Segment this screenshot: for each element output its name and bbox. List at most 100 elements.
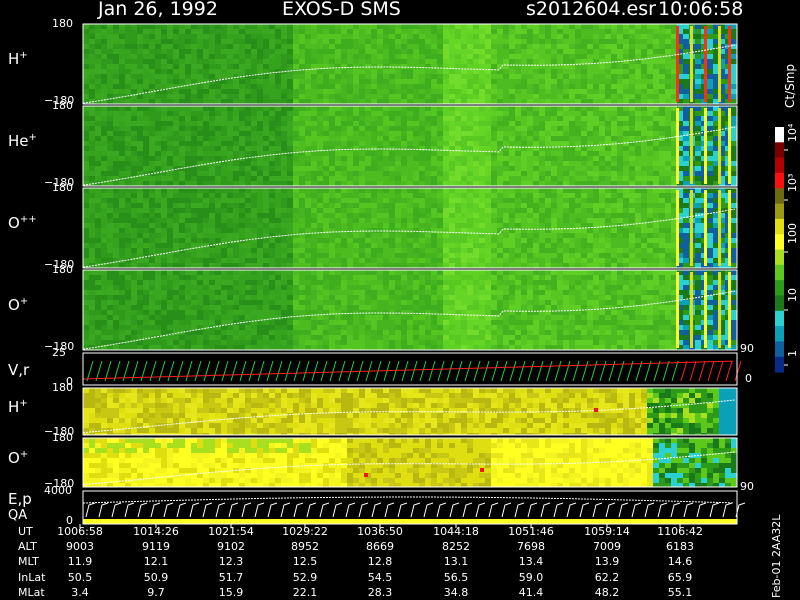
ephemeris-cell: 65.9 bbox=[667, 571, 693, 584]
panel-3-ymax: 180 bbox=[52, 181, 73, 194]
colorbar-segment bbox=[775, 280, 784, 296]
panel-2-stripe bbox=[690, 108, 693, 184]
ephemeris-cell: 1059:14 bbox=[584, 525, 630, 538]
panel-8-sublabel: QA bbox=[8, 507, 28, 523]
colorbar-segment bbox=[775, 234, 784, 250]
ephemeris-cell: 7698 bbox=[517, 540, 545, 553]
ephemeris-cell: 52.9 bbox=[292, 571, 318, 584]
colorbar-segment bbox=[775, 249, 784, 266]
colorbar-tick-3: 100 bbox=[786, 223, 799, 244]
panel-3-stripe bbox=[676, 190, 679, 266]
panel-4-stripe bbox=[704, 272, 707, 348]
ephemeris-row-label-mlat: MLat bbox=[18, 586, 45, 599]
panel-1-stripe bbox=[690, 26, 693, 102]
header-file: s2012604.esr bbox=[526, 0, 656, 20]
panel-4-ymax: 180 bbox=[52, 263, 73, 276]
ephemeris-cell: 9003 bbox=[66, 540, 94, 553]
ephemeris-cell: 9.7 bbox=[147, 586, 165, 599]
panel-6-marker bbox=[594, 408, 598, 412]
ephemeris-cell: 1106:42 bbox=[657, 525, 703, 538]
colorbar-segment bbox=[775, 218, 784, 235]
ephemeris-cell: 6183 bbox=[666, 540, 694, 553]
panel-2-stripe bbox=[728, 108, 731, 184]
header-date: Jan 26, 1992 bbox=[98, 0, 218, 20]
ephemeris-cell: 59.0 bbox=[518, 571, 544, 584]
ephemeris-cell: 55.1 bbox=[667, 586, 693, 599]
panel-7-label: O+ bbox=[8, 448, 29, 467]
ephemeris-cell: 1036:50 bbox=[357, 525, 403, 538]
colorbar-segment bbox=[775, 157, 784, 174]
panel-3-stripe bbox=[728, 190, 731, 266]
ephemeris-cell: 1014:26 bbox=[133, 525, 179, 538]
sms-spectrogram-plot bbox=[79, 23, 788, 528]
ephemeris-cell: 3.4 bbox=[71, 586, 89, 599]
panel-3-label: O++ bbox=[8, 214, 37, 232]
right-axis-top: 90 bbox=[740, 342, 754, 355]
ephemeris-cell: 56.5 bbox=[443, 571, 469, 584]
colorbar-segment bbox=[775, 142, 784, 159]
side-note: Feb-01 2AA32L bbox=[770, 514, 783, 598]
ephemeris-cell: 54.5 bbox=[367, 571, 393, 584]
ephemeris-cell: 13.1 bbox=[443, 555, 469, 568]
ephemeris-cell: 48.2 bbox=[594, 586, 620, 599]
ephemeris-cell: 12.1 bbox=[143, 555, 169, 568]
ephemeris-cell: 8952 bbox=[291, 540, 319, 553]
colorbar-unit: Ct/Smp bbox=[783, 63, 797, 108]
qa-bar bbox=[83, 519, 737, 524]
panel-4 bbox=[83, 270, 737, 350]
header-time: 10:06:58 bbox=[658, 0, 744, 20]
panel-7-marker bbox=[480, 468, 484, 472]
ephemeris-cell: 9102 bbox=[217, 540, 245, 553]
panel-7-marker bbox=[364, 473, 368, 477]
panel-4-stripe bbox=[676, 272, 679, 348]
ephemeris-row-label-alt: ALT bbox=[18, 540, 37, 553]
ephemeris-cell: 11.9 bbox=[67, 555, 93, 568]
panel-1-label: H+ bbox=[8, 50, 28, 68]
ephemeris-cell: 12.8 bbox=[367, 555, 393, 568]
colorbar-segment bbox=[775, 295, 784, 312]
ephemeris-cell: 15.9 bbox=[218, 586, 244, 599]
colorbar-segment bbox=[775, 188, 784, 205]
ephemeris-cell: 12.3 bbox=[218, 555, 244, 568]
ephemeris-cell: 28.3 bbox=[367, 586, 393, 599]
colorbar-segment bbox=[775, 356, 784, 373]
panel-6-ymax: 180 bbox=[52, 381, 73, 394]
ephemeris-cell: 62.2 bbox=[594, 571, 620, 584]
panel-1 bbox=[83, 24, 737, 104]
right-axis-mid: 0 bbox=[745, 372, 752, 385]
ephemeris-row-label-mlt: MLT bbox=[18, 555, 39, 568]
ephemeris-cell: 50.5 bbox=[67, 571, 93, 584]
panel-2-stripe bbox=[718, 108, 721, 184]
ephemeris-cell: 34.8 bbox=[443, 586, 469, 599]
colorbar-tick-1: 10⁴ bbox=[786, 123, 799, 142]
panel-4-label: O+ bbox=[8, 296, 29, 314]
colorbar-tick-2: 10³ bbox=[786, 173, 799, 192]
panel-8-ymax: 4000 bbox=[44, 484, 72, 497]
ephemeris-cell: 14.6 bbox=[667, 555, 693, 568]
ephemeris-cell: 12.5 bbox=[292, 555, 318, 568]
panel-3-stripe bbox=[690, 190, 693, 266]
ephemeris-cell: 1006:58 bbox=[57, 525, 103, 538]
ephemeris-row-label-inlat: InLat bbox=[18, 571, 46, 584]
panel-2-stripe bbox=[676, 108, 679, 184]
panel-2-ymax: 180 bbox=[52, 99, 73, 112]
ephemeris-row-label-ut: UT bbox=[18, 525, 33, 538]
ephemeris-cell: 1021:54 bbox=[208, 525, 254, 538]
colorbar-segment bbox=[775, 127, 784, 143]
ephemeris-cell: 13.9 bbox=[594, 555, 620, 568]
ephemeris-cell: 7009 bbox=[593, 540, 621, 553]
ephemeris-cell: 1044:18 bbox=[433, 525, 479, 538]
right-axis-bottom: 90 bbox=[740, 480, 754, 493]
panel-1-stripe bbox=[704, 26, 707, 102]
colorbar-segment bbox=[775, 264, 784, 281]
panel-7-ymax: 180 bbox=[52, 431, 73, 444]
panel-8-label: E,p bbox=[8, 489, 32, 508]
panel-2 bbox=[83, 106, 737, 186]
colorbar-segment bbox=[775, 326, 784, 342]
panel-4-stripe bbox=[718, 272, 721, 348]
panel-3 bbox=[83, 188, 737, 268]
panel-6-label: H+ bbox=[8, 397, 28, 416]
panel-7 bbox=[83, 438, 737, 487]
panel-4-stripe bbox=[690, 272, 693, 348]
ephemeris-cell: 9119 bbox=[142, 540, 170, 553]
